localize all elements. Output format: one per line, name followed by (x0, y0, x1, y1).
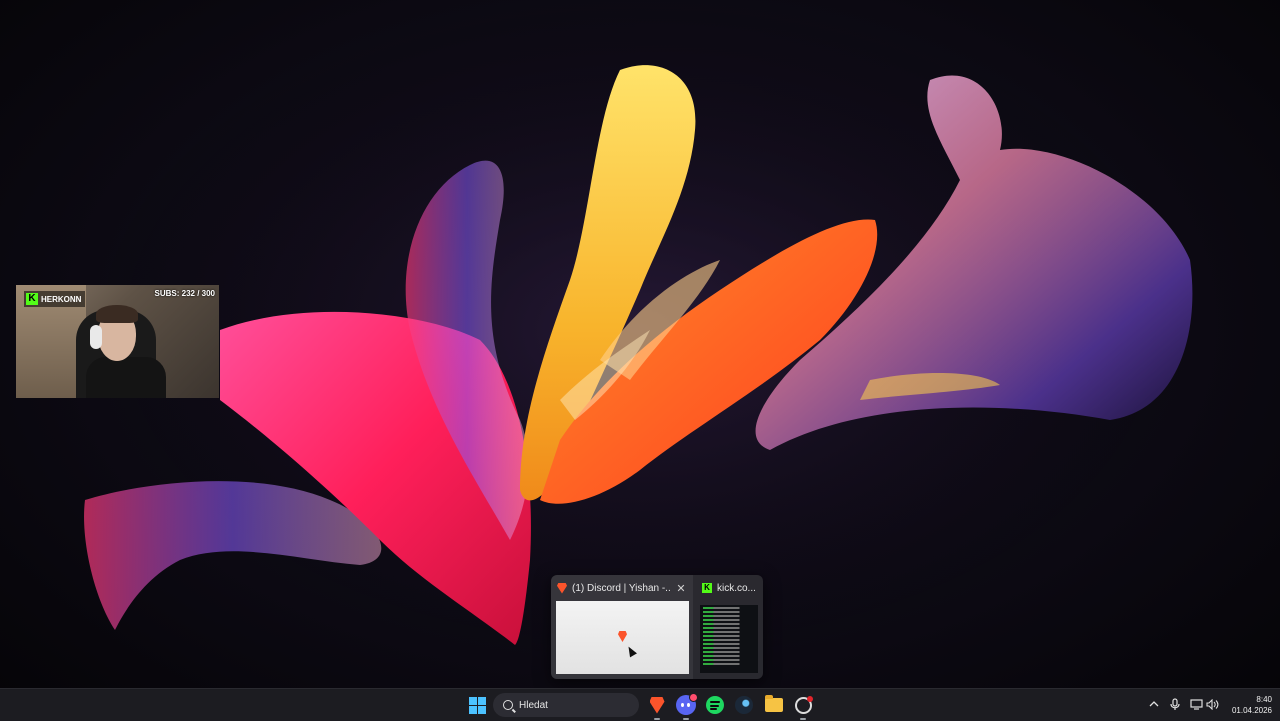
thumbnail-discord-window[interactable]: (1) Discord | Yishan -... ✕ (551, 575, 693, 679)
taskbar-discord-button[interactable] (675, 693, 698, 720)
streamer-hair (96, 305, 138, 323)
taskbar-thumbnail-preview: (1) Discord | Yishan -... ✕ K kick.co... (551, 575, 763, 679)
start-button[interactable] (466, 694, 488, 716)
taskbar-file-explorer-button[interactable] (763, 694, 785, 716)
window-preview-image (556, 601, 689, 674)
channel-badge: K HERKONN (24, 291, 86, 307)
display-icon[interactable] (1189, 697, 1203, 711)
recording-dot (806, 695, 813, 702)
clock-date: 01.04.2026 (1231, 706, 1272, 715)
chevron-up-icon[interactable] (1147, 697, 1161, 711)
kick-logo-icon: K (26, 293, 38, 305)
channel-name: HERKONN (41, 294, 82, 304)
taskbar-spotify-button[interactable] (704, 694, 726, 716)
thumbnail-title: (1) Discord | Yishan -... (572, 582, 670, 594)
speaker-icon[interactable] (1205, 697, 1219, 711)
kick-icon: K (702, 583, 712, 593)
thumbnail-title: kick.co... (717, 582, 756, 594)
taskbar-search[interactable]: Hledat (493, 693, 639, 717)
mouse-cursor-icon (625, 644, 637, 658)
system-clock[interactable]: 8:40 01.04.2026 (1226, 694, 1272, 716)
search-placeholder: Hledat (519, 699, 548, 711)
streamer-body (86, 357, 166, 398)
taskbar-brave-button[interactable] (646, 694, 668, 720)
close-icon[interactable]: ✕ (675, 582, 687, 595)
microphone-icon[interactable] (1168, 697, 1182, 711)
spotify-icon (706, 696, 724, 714)
notification-badge (689, 693, 698, 702)
webcam-overlay: K HERKONN SUBS: 232 / 300 (16, 285, 219, 398)
steam-icon (735, 696, 753, 714)
window-preview-image (700, 605, 758, 673)
subs-counter: SUBS: 232 / 300 (154, 289, 215, 298)
search-icon (503, 700, 513, 710)
brave-icon (557, 582, 567, 594)
brave-icon (649, 696, 665, 714)
thumbnail-kick-window[interactable]: K kick.co... (696, 575, 763, 679)
headphones (90, 325, 102, 349)
obs-icon (794, 695, 813, 714)
discord-icon (676, 693, 698, 715)
brave-loading-icon (618, 631, 627, 642)
taskbar-obs-button[interactable] (792, 694, 814, 720)
clock-time: 8:40 (1256, 695, 1272, 704)
taskbar-steam-button[interactable] (733, 694, 755, 716)
file-explorer-icon (765, 695, 783, 712)
windows-start-icon (468, 696, 486, 714)
taskbar: Hledat 8:40 01.04.2026 (0, 688, 1280, 721)
